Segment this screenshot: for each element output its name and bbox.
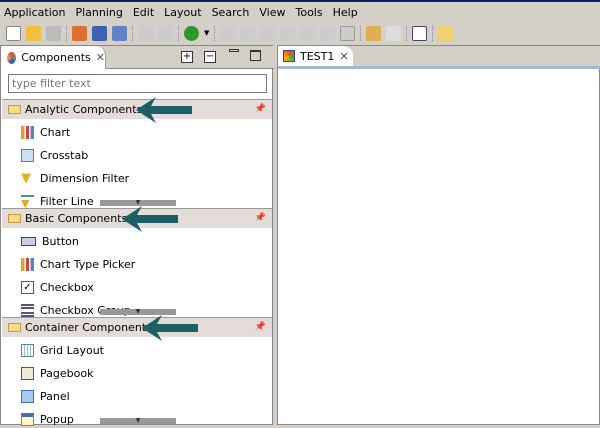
save-icon[interactable]	[46, 25, 61, 41]
item-popup[interactable]: Popup	[21, 410, 74, 428]
distribute-v-icon[interactable]	[320, 25, 336, 41]
item-checkbox[interactable]: ✓ Checkbox	[21, 278, 94, 296]
menu-edit[interactable]: Edit	[133, 6, 154, 19]
layout-2-icon[interactable]	[112, 25, 127, 41]
app-icon	[283, 50, 295, 62]
chart-type-picker-icon	[21, 257, 34, 271]
open-folder-icon[interactable]	[26, 25, 41, 41]
align-left-icon[interactable]	[220, 25, 236, 41]
item-pagebook[interactable]: Pagebook	[21, 364, 93, 382]
undo-icon[interactable]	[138, 25, 153, 41]
button-icon	[21, 236, 36, 246]
pencil-icon[interactable]	[366, 25, 382, 41]
collapse-all-icon[interactable]: −	[204, 51, 216, 63]
panel-icon	[21, 389, 34, 403]
item-panel[interactable]: Panel	[21, 387, 70, 405]
item-chart-type-picker[interactable]: Chart Type Picker	[21, 255, 135, 273]
crosstab-icon	[21, 148, 34, 162]
item-grid-layout[interactable]: Grid Layout	[21, 341, 104, 359]
components-icon	[7, 51, 17, 64]
item-chart[interactable]: Chart	[21, 123, 70, 141]
run-dropdown-icon[interactable]: ▼	[204, 29, 209, 37]
item-dimension-filter[interactable]: ▼ Dimension Filter	[21, 169, 129, 187]
folder-icon	[8, 214, 21, 223]
close-icon[interactable]: ✕	[96, 51, 105, 64]
menu-tools[interactable]: Tools	[295, 6, 322, 19]
annotation-arrow	[142, 315, 198, 341]
menu-search[interactable]: Search	[212, 6, 250, 19]
toolbar: ▼	[0, 22, 600, 44]
folder-icon	[8, 323, 21, 332]
fit-icon[interactable]	[340, 25, 356, 41]
grid-layout-icon	[21, 343, 34, 357]
text-icon[interactable]	[412, 25, 428, 41]
pagebook-icon	[21, 366, 34, 380]
align-top-icon[interactable]	[260, 25, 276, 41]
script-icon[interactable]	[438, 25, 454, 41]
menu-bar: Application Planning Edit Layout Search …	[0, 0, 600, 22]
chart-icon	[21, 125, 34, 139]
section-container-components[interactable]: Container Components 📌	[2, 317, 272, 337]
scroll-more-indicator[interactable]: ▼	[100, 418, 176, 424]
checkbox-icon: ✓	[21, 280, 34, 294]
expand-all-icon[interactable]: +	[181, 51, 193, 63]
import-icon[interactable]	[72, 25, 87, 41]
align-right-icon[interactable]	[240, 25, 256, 41]
tab-test1[interactable]: TEST1 ✕	[278, 46, 353, 66]
annotation-arrow	[122, 206, 178, 232]
menu-planning[interactable]: Planning	[75, 6, 122, 19]
popup-icon	[21, 412, 34, 426]
menu-layout[interactable]: Layout	[164, 6, 201, 19]
minimize-icon[interactable]	[229, 49, 239, 52]
menu-application[interactable]: Application	[4, 6, 65, 19]
filter-line-icon: ▼	[21, 194, 34, 210]
layout-icon[interactable]	[92, 25, 107, 41]
item-crosstab[interactable]: Crosstab	[21, 146, 88, 164]
menu-view[interactable]: View	[259, 6, 285, 19]
pin-icon[interactable]: 📌	[255, 104, 266, 114]
filter-input[interactable]	[8, 74, 267, 93]
redo-icon[interactable]	[158, 25, 173, 41]
annotation-arrow	[136, 97, 192, 123]
checkbox-group-icon	[21, 303, 34, 317]
tab-components[interactable]: Components ✕	[1, 46, 106, 69]
pin-icon[interactable]: 📌	[255, 322, 266, 332]
run-icon[interactable]	[184, 25, 199, 41]
funnel-icon: ▼	[21, 170, 31, 186]
align-bottom-icon[interactable]	[280, 25, 296, 41]
folder-icon	[8, 105, 21, 114]
pin-icon[interactable]: 📌	[255, 213, 266, 223]
item-button[interactable]: Button	[21, 232, 79, 250]
export-icon[interactable]	[386, 25, 402, 41]
close-icon[interactable]: ✕	[339, 50, 348, 63]
menu-help[interactable]: Help	[333, 6, 358, 19]
distribute-h-icon[interactable]	[300, 25, 316, 41]
editor-area[interactable]: TEST1 ✕	[277, 45, 600, 425]
maximize-icon[interactable]	[250, 50, 261, 61]
new-icon[interactable]	[6, 25, 21, 41]
